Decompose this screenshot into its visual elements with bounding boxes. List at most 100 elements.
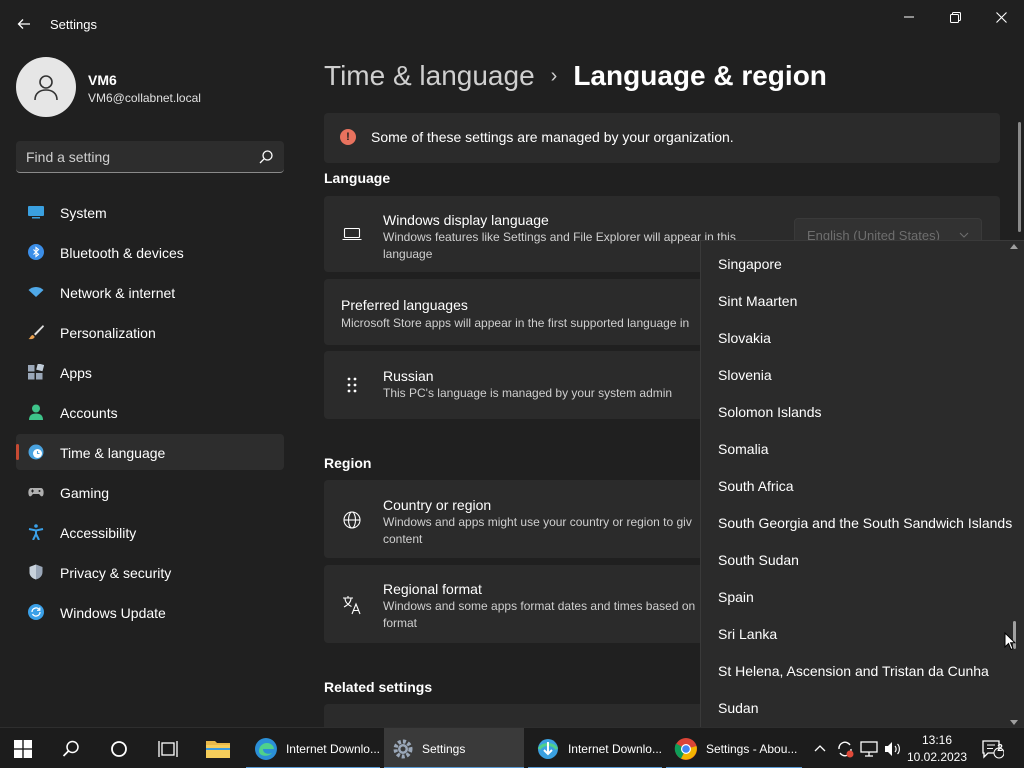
scroll-up-arrow-icon[interactable]: [1010, 243, 1018, 251]
tray-volume-button[interactable]: [884, 728, 902, 768]
chevron-up-icon: [814, 744, 826, 751]
language-translate-icon: [342, 595, 362, 615]
restore-button[interactable]: [939, 8, 971, 26]
volume-icon: [885, 741, 900, 756]
russian-title: Russian: [383, 368, 434, 384]
sidebar-item-apps[interactable]: Apps: [16, 354, 284, 390]
search-icon[interactable]: [258, 149, 274, 165]
subtitle-line: format: [383, 616, 418, 630]
sidebar-item-gaming[interactable]: Gaming: [16, 474, 284, 510]
taskbar: Internet Downlo... Settings Internet Dow…: [0, 727, 1024, 768]
edge-icon: [254, 737, 277, 760]
preferred-languages-title: Preferred languages: [341, 297, 468, 313]
search-box[interactable]: [16, 141, 284, 173]
taskbar-app-label: Internet Downlo...: [285, 741, 380, 756]
chrome-icon: [674, 737, 697, 760]
tray-sync-button[interactable]: [836, 728, 854, 768]
page-scrollbar[interactable]: [1018, 122, 1021, 232]
brush-icon: [28, 325, 44, 340]
taskbar-app-settings[interactable]: Settings: [384, 728, 524, 768]
dropdown-option[interactable]: Sri Lanka: [718, 626, 777, 642]
minimize-button[interactable]: [893, 8, 925, 26]
globe-icon: [342, 510, 362, 530]
sync-error-icon: [838, 741, 854, 757]
sidebar-item-label: Privacy & security: [60, 565, 172, 581]
sidebar-item-label: Windows Update: [60, 605, 166, 621]
sidebar-item-accounts[interactable]: Accounts: [16, 394, 284, 430]
subtitle-line: Windows and some apps format dates and t…: [383, 599, 696, 613]
breadcrumb-parent[interactable]: Time & language: [324, 60, 535, 92]
scroll-down-arrow-icon[interactable]: [1010, 718, 1018, 726]
cortana-circle-icon: [111, 740, 127, 757]
dropdown-option[interactable]: South Africa: [718, 478, 794, 494]
dropdown-option[interactable]: Solomon Islands: [718, 404, 822, 420]
notification-center-button[interactable]: 2: [982, 728, 1004, 768]
country-dropdown-list[interactable]: Singapore Sint Maarten Slovakia Slovenia…: [700, 240, 1024, 727]
subtitle-line: Windows features like Settings and File …: [383, 230, 736, 244]
subtitle-line: Windows and apps might use your country …: [383, 515, 692, 529]
dropdown-option[interactable]: St Helena, Ascension and Tristan da Cunh…: [718, 663, 989, 679]
cortana-button[interactable]: [110, 728, 128, 768]
clock[interactable]: 13:16 10.02.2023: [906, 732, 968, 766]
file-explorer-button[interactable]: [205, 728, 231, 768]
bluetooth-icon: [28, 244, 44, 260]
dropdown-option[interactable]: Spain: [718, 589, 754, 605]
sidebar-nav: System Bluetooth & devices Network & int…: [16, 194, 284, 634]
dropdown-option[interactable]: Singapore: [718, 256, 782, 272]
dropdown-scrollbar[interactable]: [1010, 241, 1022, 727]
managed-info-bar: ! Some of these settings are managed by …: [324, 113, 1000, 163]
search-input[interactable]: [26, 148, 246, 166]
sidebar-item-label: Accessibility: [60, 525, 137, 541]
chevron-down-icon: [959, 232, 969, 238]
update-icon: [28, 604, 44, 620]
avatar[interactable]: [16, 57, 76, 117]
info-icon: !: [340, 129, 356, 145]
task-view-icon: [158, 740, 178, 757]
user-email: VM6@collabnet.local: [88, 91, 201, 105]
close-button[interactable]: [985, 8, 1017, 26]
user-name: VM6: [88, 72, 117, 88]
taskbar-app-chrome[interactable]: Settings - Abou...: [666, 728, 802, 768]
sidebar-item-windows-update[interactable]: Windows Update: [16, 594, 284, 630]
arrow-left-icon: [17, 19, 30, 29]
restore-icon: [949, 11, 961, 23]
sidebar-item-label: System: [60, 205, 107, 221]
display-language-title: Windows display language: [383, 212, 549, 228]
page-title: Language & region: [573, 60, 827, 91]
dropdown-option[interactable]: Sint Maarten: [718, 293, 797, 309]
related-settings-title: Related settings: [324, 679, 433, 695]
sidebar-item-personalization[interactable]: Personalization: [16, 314, 284, 350]
sidebar-item-accessibility[interactable]: Accessibility: [16, 514, 284, 550]
back-button[interactable]: [10, 12, 38, 36]
person-icon: [29, 404, 43, 420]
taskbar-app-idm[interactable]: Internet Downlo...: [528, 728, 662, 768]
dropdown-option[interactable]: Sudan: [718, 700, 758, 716]
display-language-subtitle: Windows features like Settings and File …: [383, 229, 736, 263]
sidebar-item-network[interactable]: Network & internet: [16, 274, 284, 310]
task-view-button[interactable]: [158, 728, 178, 768]
sidebar-item-label: Network & internet: [60, 285, 176, 301]
sidebar-item-system[interactable]: System: [16, 194, 284, 230]
search-icon: [62, 740, 79, 757]
dropdown-option[interactable]: Slovenia: [718, 367, 772, 383]
clock-time: 13:16: [921, 733, 953, 747]
close-icon: [995, 11, 1007, 23]
dropdown-option[interactable]: Somalia: [718, 441, 769, 457]
sidebar-item-privacy[interactable]: Privacy & security: [16, 554, 284, 590]
sidebar-item-time-language[interactable]: Time & language: [16, 434, 284, 470]
network-icon: [860, 740, 878, 757]
drag-handle-icon[interactable]: [342, 375, 362, 395]
sidebar-item-bluetooth[interactable]: Bluetooth & devices: [16, 234, 284, 270]
dropdown-option[interactable]: Slovakia: [718, 330, 771, 346]
dropdown-option[interactable]: South Georgia and the South Sandwich Isl…: [718, 515, 1012, 531]
sidebar-item-label: Accounts: [60, 405, 118, 421]
search-button[interactable]: [62, 728, 80, 768]
show-hidden-icons-button[interactable]: [814, 728, 826, 768]
dropdown-option[interactable]: South Sudan: [718, 552, 799, 568]
regional-format-subtitle: Windows and some apps format dates and t…: [383, 598, 695, 632]
taskbar-app-edge[interactable]: Internet Downlo...: [246, 728, 380, 768]
subtitle-line: language: [383, 247, 433, 261]
start-button[interactable]: [14, 728, 32, 768]
tray-network-button[interactable]: [860, 728, 878, 768]
sidebar-item-label: Apps: [60, 365, 92, 381]
